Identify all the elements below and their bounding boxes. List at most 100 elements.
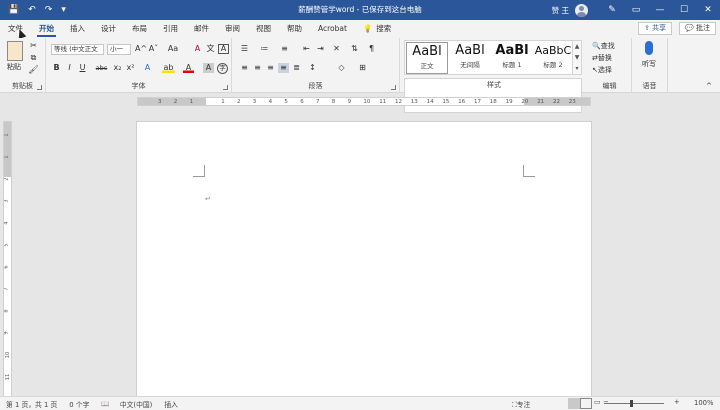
zoom-slider-thumb[interactable] bbox=[630, 400, 633, 407]
tab-insert[interactable]: 插入 bbox=[62, 20, 93, 38]
dictate-button[interactable]: 听写 bbox=[642, 59, 656, 69]
title-bar: 💾 ↶ ↷ ▾ 薪酬赞管学word - 已保存到这台电脑 赞 王 ✎ ▭ — ☐… bbox=[0, 0, 720, 20]
proofing-icon[interactable]: 📖 bbox=[101, 400, 109, 408]
search-box[interactable]: 💡 搜索 bbox=[355, 20, 399, 38]
shrink-font-icon[interactable]: Aˇ bbox=[148, 44, 159, 54]
font-name-combo[interactable]: 等线 (中文正文 bbox=[51, 44, 104, 55]
scroll-down-icon[interactable]: ▼ bbox=[573, 52, 581, 63]
chinese-layout-icon[interactable]: ✕ bbox=[331, 44, 342, 54]
justify-icon[interactable]: ≡ bbox=[278, 63, 289, 73]
underline-icon[interactable]: U bbox=[77, 63, 88, 73]
replace-button[interactable]: ⇄替换 bbox=[592, 53, 612, 63]
paragraph-launcher[interactable] bbox=[391, 85, 396, 90]
comments-button[interactable]: 💬 批注 bbox=[679, 22, 716, 35]
microphone-icon[interactable] bbox=[645, 41, 653, 55]
phonetic-guide-icon[interactable]: 文 bbox=[205, 44, 216, 54]
align-center-icon[interactable]: ≡ bbox=[252, 63, 263, 73]
tab-layout[interactable]: 布局 bbox=[124, 20, 155, 38]
scroll-up-icon[interactable]: ▲ bbox=[573, 41, 581, 52]
cut-icon[interactable]: ✂ bbox=[28, 41, 39, 51]
grow-font-icon[interactable]: A^ bbox=[135, 44, 147, 54]
insert-mode[interactable]: 插入 bbox=[164, 399, 178, 409]
zoom-in-icon[interactable]: + bbox=[674, 398, 680, 406]
borders-icon[interactable]: ⊞ bbox=[357, 63, 368, 73]
select-button[interactable]: ↖选择 bbox=[592, 65, 612, 75]
user-name[interactable]: 赞 王 bbox=[552, 5, 569, 16]
font-launcher[interactable] bbox=[223, 85, 228, 90]
read-mode-icon[interactable] bbox=[568, 398, 580, 409]
close-button[interactable]: ✕ bbox=[696, 0, 720, 20]
styles-gallery-scroll[interactable]: ▲ ▼ ▾ bbox=[572, 41, 581, 74]
undo-icon[interactable]: ↶ bbox=[28, 5, 36, 15]
style-no-spacing[interactable]: AaBl 无间隔 bbox=[449, 42, 491, 74]
language[interactable]: 中文(中国) bbox=[120, 399, 153, 409]
font-color-icon[interactable]: A bbox=[183, 63, 194, 73]
style-heading-1[interactable]: AaBl 标题 1 bbox=[491, 42, 533, 74]
sort-icon[interactable]: ⇅ bbox=[349, 44, 360, 54]
paste-icon[interactable] bbox=[7, 41, 23, 61]
tab-mailings[interactable]: 邮件 bbox=[186, 20, 217, 38]
font-size-combo[interactable]: 小一 bbox=[107, 44, 131, 55]
text-effects-icon[interactable]: A bbox=[142, 63, 153, 73]
more-styles-icon[interactable]: ▾ bbox=[573, 63, 581, 74]
align-right-icon[interactable]: ≡ bbox=[265, 63, 276, 73]
document-page[interactable]: ↵ bbox=[136, 121, 592, 406]
decrease-indent-icon[interactable]: ⇤ bbox=[301, 44, 312, 54]
paste-button[interactable]: 粘贴 bbox=[7, 62, 21, 72]
share-button[interactable]: ⇪ 共享 bbox=[638, 22, 672, 35]
multilevel-list-icon[interactable]: ≡ bbox=[279, 44, 290, 54]
web-layout-icon[interactable]: ▭ bbox=[594, 398, 600, 406]
vertical-ruler[interactable]: 1 1 2 3 4 5 6 7 8 9 10 11 bbox=[3, 121, 12, 401]
tab-help[interactable]: 帮助 bbox=[279, 20, 310, 38]
copy-icon[interactable]: ⧉ bbox=[28, 53, 39, 63]
line-spacing-icon[interactable]: ↕ bbox=[307, 63, 318, 73]
distributed-icon[interactable]: ≣ bbox=[291, 63, 302, 73]
increase-indent-icon[interactable]: ⇥ bbox=[315, 44, 326, 54]
tab-home[interactable]: 开始 bbox=[31, 20, 62, 38]
superscript-icon[interactable]: x² bbox=[125, 63, 136, 73]
tab-references[interactable]: 引用 bbox=[155, 20, 186, 38]
find-button[interactable]: 🔍查找 bbox=[592, 41, 615, 51]
pen-icon[interactable]: ✎ bbox=[600, 0, 624, 20]
zoom-level[interactable]: 100% bbox=[694, 399, 713, 407]
customize-qat-icon[interactable]: ▾ bbox=[61, 5, 66, 15]
tab-design[interactable]: 设计 bbox=[93, 20, 124, 38]
minimize-button[interactable]: — bbox=[648, 0, 672, 20]
maximize-button[interactable]: ☐ bbox=[672, 0, 696, 20]
style-normal[interactable]: AaBl 正文 bbox=[406, 42, 448, 74]
clipboard-launcher[interactable] bbox=[37, 85, 42, 90]
collapse-ribbon-icon[interactable]: ^ bbox=[706, 82, 712, 90]
subscript-icon[interactable]: x₂ bbox=[112, 63, 123, 73]
page-count[interactable]: 第 1 页，共 1 页 bbox=[6, 399, 57, 409]
shading-icon[interactable]: ◇ bbox=[336, 63, 347, 73]
tab-review[interactable]: 审阅 bbox=[217, 20, 248, 38]
word-count[interactable]: 0 个字 bbox=[69, 399, 89, 409]
italic-icon[interactable]: I bbox=[64, 63, 75, 73]
format-painter-icon[interactable]: 🖌 bbox=[28, 65, 39, 75]
clear-formatting-icon[interactable]: A bbox=[192, 44, 203, 54]
character-shading-icon[interactable]: A bbox=[203, 63, 214, 73]
enclose-characters-icon[interactable]: 字 bbox=[217, 63, 228, 74]
avatar[interactable] bbox=[575, 3, 588, 17]
tab-view[interactable]: 视图 bbox=[248, 20, 279, 38]
character-border-icon[interactable]: A bbox=[218, 44, 229, 54]
print-layout-icon[interactable] bbox=[580, 398, 592, 409]
align-left-icon[interactable]: ≡ bbox=[239, 63, 250, 73]
ribbon-display-options-icon[interactable]: ▭ bbox=[624, 0, 648, 20]
zoom-slider[interactable] bbox=[604, 403, 664, 404]
highlight-icon[interactable]: ab bbox=[162, 63, 175, 73]
bold-icon[interactable]: B bbox=[51, 63, 62, 73]
save-icon[interactable]: 💾 bbox=[8, 5, 19, 15]
focus-button[interactable]: ⛶专注 bbox=[512, 399, 530, 410]
tab-acrobat[interactable]: Acrobat bbox=[310, 20, 355, 38]
tab-file[interactable]: 文件 bbox=[0, 20, 31, 38]
strikethrough-icon[interactable]: abc bbox=[94, 63, 109, 73]
numbering-icon[interactable]: ≔ bbox=[259, 44, 270, 54]
zoom-out-icon[interactable]: − bbox=[603, 398, 609, 406]
show-marks-icon[interactable]: ¶ bbox=[366, 44, 377, 54]
style-heading-2[interactable]: AaBbC 标题 2 bbox=[532, 42, 574, 74]
bullets-icon[interactable]: ☰ bbox=[239, 44, 250, 54]
redo-icon[interactable]: ↷ bbox=[45, 5, 53, 15]
horizontal-ruler[interactable]: 3 2 1 1 2 3 4 5 6 7 8 9 10 11 12 13 14 15 16 17 18 19 20 21 22 23 bbox=[137, 97, 591, 106]
change-case-icon[interactable]: Aa bbox=[166, 44, 180, 54]
